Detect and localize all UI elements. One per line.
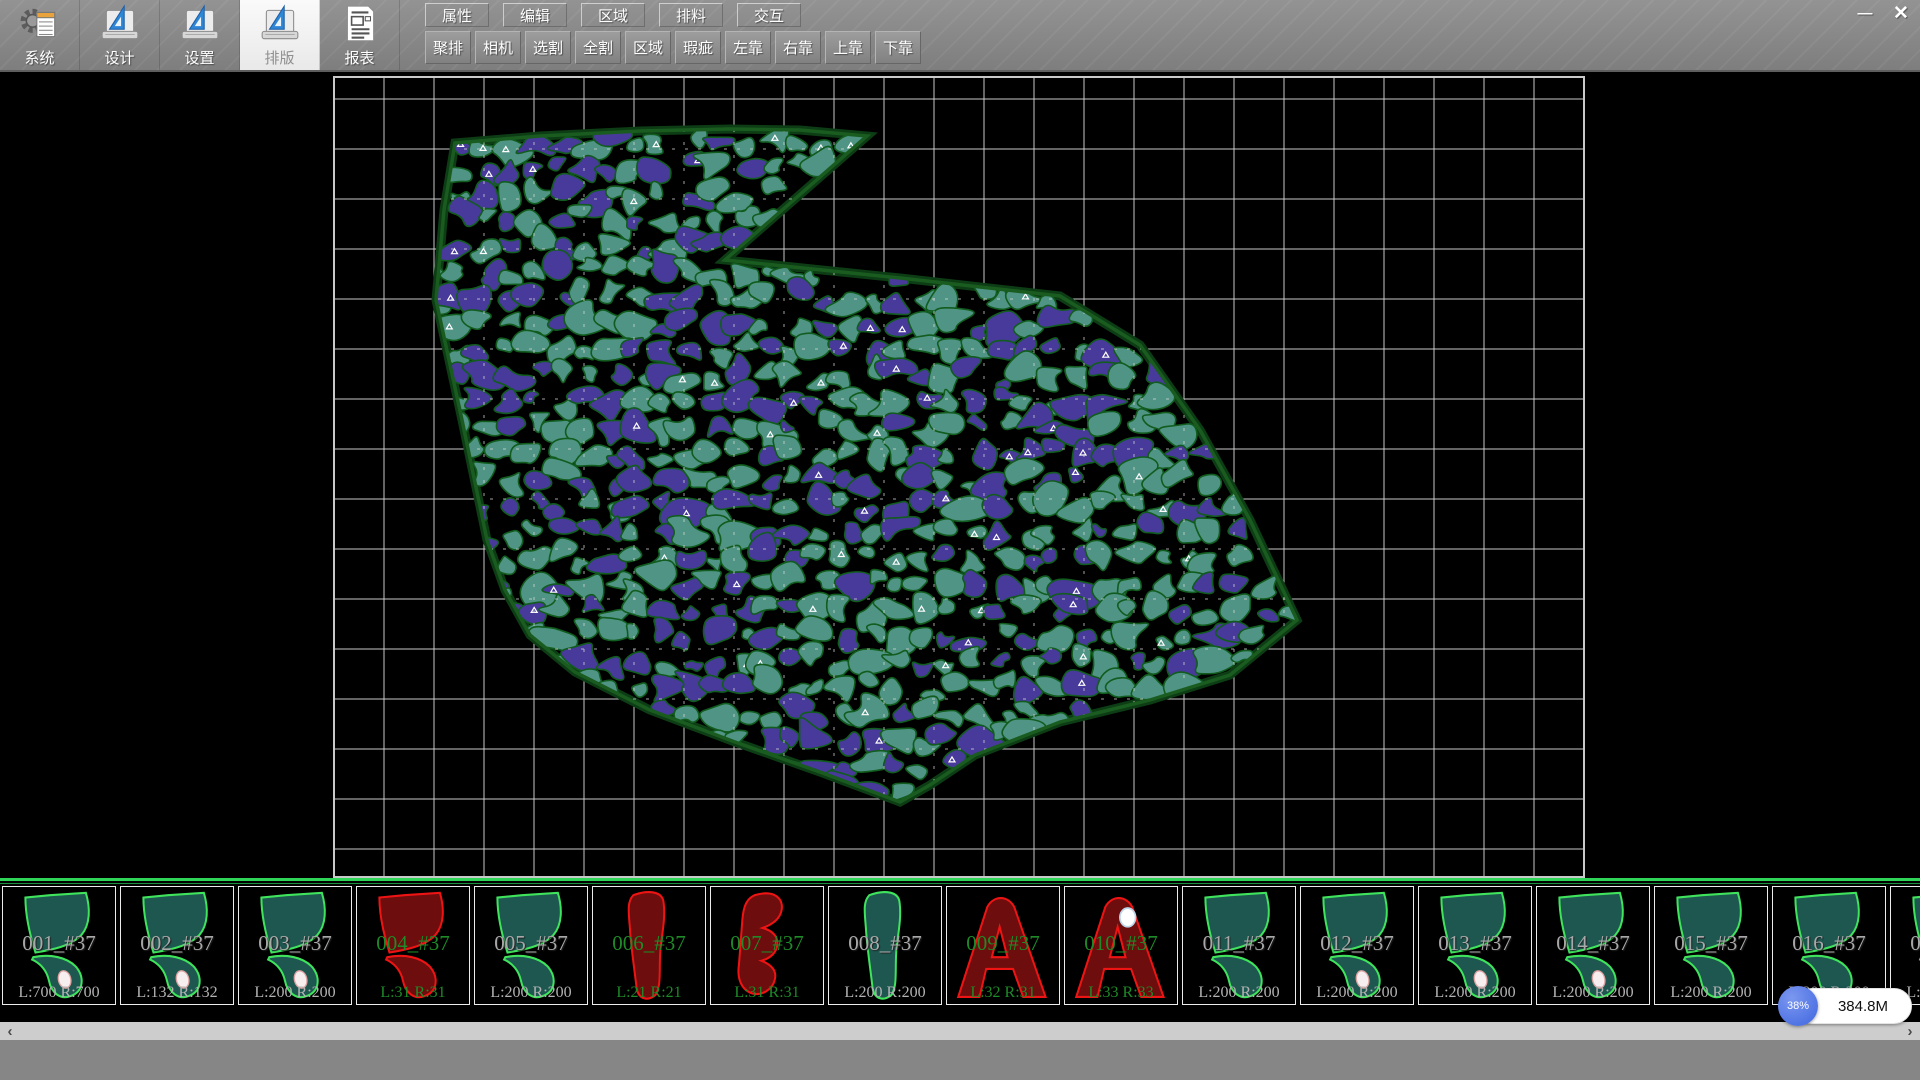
cut-all-button[interactable]: 全割 [575, 31, 621, 64]
hide-nesting-view [0, 72, 1920, 878]
part-lr-count: L:700 R:700 [3, 984, 115, 1002]
toolbar: 系统设计设置排版报表 属性编辑区域排料交互 聚排相机选割全割区域瑕疵左靠右靠上靠… [0, 0, 1920, 72]
module-layout[interactable]: 排版 [240, 0, 320, 70]
horizontal-scrollbar[interactable]: ‹ › [0, 1022, 1920, 1040]
strip-separator [0, 878, 1920, 884]
part-thumbnail[interactable]: 004_#37 L:31 R:31 [356, 886, 470, 1005]
part-thumbnail[interactable]: 001_#37 L:700 R:700 [2, 886, 116, 1005]
part-thumbnail[interactable]: 013_#37 L:200 R:200 [1418, 886, 1532, 1005]
part-name: 013_#37 [1419, 931, 1531, 956]
part-thumbnail[interactable]: 012_#37 L:200 R:200 [1300, 886, 1414, 1005]
part-lr-count: L:33 R:33 [1065, 984, 1177, 1002]
report-document-icon [339, 3, 381, 45]
cluster-nest-button[interactable]: 聚排 [425, 31, 471, 64]
parts-strip: 001_#37 L:700 R:700 002_#37 L:132 R:132 003_… [2, 886, 1920, 1005]
part-name: 016_#37 [1773, 931, 1885, 956]
tab-nesting[interactable]: 排料 [659, 3, 723, 27]
module-label: 设置 [184, 47, 214, 68]
region-button[interactable]: 区域 [625, 31, 671, 64]
gear-notebook-icon [19, 3, 61, 45]
memory-value: 384.8M [1838, 998, 1888, 1015]
tab-edit[interactable]: 编辑 [503, 3, 567, 27]
part-thumbnail[interactable]: 014_#37 L:200 R:200 [1536, 886, 1650, 1005]
part-lr-count: L:200 R:200 [1301, 984, 1413, 1002]
part-lr-count: L:200 R:200 [1419, 984, 1531, 1002]
part-lr-count: L:31 R:31 [711, 984, 823, 1002]
laptop-ruler-icon [259, 3, 301, 45]
part-lr-count: L:200 R:200 [1655, 984, 1767, 1002]
snap-left-button[interactable]: 左靠 [725, 31, 771, 64]
camera-button[interactable]: 相机 [475, 31, 521, 64]
part-name: 009_#37 [947, 931, 1059, 956]
snap-top-button[interactable]: 上靠 [825, 31, 871, 64]
module-label: 排版 [264, 47, 294, 68]
part-name: 012_#37 [1301, 931, 1413, 956]
part-lr-count: L:200 R:200 [239, 984, 351, 1002]
tab-interaction[interactable]: 交互 [737, 3, 801, 27]
part-name: 003_#37 [239, 931, 351, 956]
scroll-left-arrow[interactable]: ‹ [0, 1022, 20, 1040]
module-label: 系统 [24, 47, 54, 68]
module-label: 设计 [104, 47, 134, 68]
minimize-button[interactable]: — [1850, 2, 1880, 24]
part-lr-count: L:200 R:200 [829, 984, 941, 1002]
progress-circle: 38% [1778, 986, 1818, 1026]
part-thumbnail[interactable]: 003_#37 L:200 R:200 [238, 886, 352, 1005]
part-name: 002_#37 [121, 931, 233, 956]
nesting-canvas[interactable] [0, 72, 1920, 878]
tab-region[interactable]: 区域 [581, 3, 645, 27]
progress-value: 38% [1787, 1000, 1809, 1012]
part-thumbnail[interactable]: 007_#37 L:31 R:31 [710, 886, 824, 1005]
part-thumbnail[interactable]: 009_#37 L:32 R:31 [946, 886, 1060, 1005]
part-name: 015_#37 [1655, 931, 1767, 956]
laptop-ruler-icon [99, 3, 141, 45]
part-lr-count: L:32 R:31 [947, 984, 1059, 1002]
app-window: 系统设计设置排版报表 属性编辑区域排料交互 聚排相机选割全割区域瑕疵左靠右靠上靠… [0, 0, 1920, 1080]
part-name: 004_#37 [357, 931, 469, 956]
part-name: 006_#37 [593, 931, 705, 956]
part-lr-count: L:200 R:200 [1537, 984, 1649, 1002]
part-thumbnail[interactable]: 011_#37 L:200 R:200 [1182, 886, 1296, 1005]
status-bar [0, 1040, 1920, 1080]
part-name: 005_#37 [475, 931, 587, 956]
part-name: 014_#37 [1537, 931, 1649, 956]
part-lr-count: L:200 R:200 [475, 984, 587, 1002]
laptop-ruler-icon [179, 3, 221, 45]
module-report[interactable]: 报表 [320, 0, 400, 70]
part-name: 017_#37 [1891, 931, 1920, 956]
module-settings[interactable]: 设置 [160, 0, 240, 70]
part-name: 008_#37 [829, 931, 941, 956]
part-thumbnail[interactable]: 002_#37 L:132 R:132 [120, 886, 234, 1005]
part-thumbnail[interactable]: 008_#37 L:200 R:200 [828, 886, 942, 1005]
part-lr-count: L:132 R:132 [121, 984, 233, 1002]
part-name: 001_#37 [3, 931, 115, 956]
part-thumbnail[interactable]: 015_#37 L:200 R:200 [1654, 886, 1768, 1005]
part-lr-count: L:21 R:21 [593, 984, 705, 1002]
progress-badge: 384.8M 38% [1778, 986, 1918, 1026]
select-cut-button[interactable]: 选割 [525, 31, 571, 64]
part-name: 010_#37 [1065, 931, 1177, 956]
module-bar: 系统 设计 设置 排版 报表 [0, 0, 400, 70]
part-name: 007_#37 [711, 931, 823, 956]
part-lr-count: L:31 R:31 [357, 984, 469, 1002]
snap-right-button[interactable]: 右靠 [775, 31, 821, 64]
module-design[interactable]: 设计 [80, 0, 160, 70]
part-thumbnail[interactable]: 010_#37 L:33 R:33 [1064, 886, 1178, 1005]
part-thumbnail[interactable]: 006_#37 L:21 R:21 [592, 886, 706, 1005]
part-name: 011_#37 [1183, 931, 1295, 956]
module-label: 报表 [344, 47, 374, 68]
close-button[interactable]: ✕ [1886, 2, 1916, 24]
part-lr-count: L:200 R:200 [1183, 984, 1295, 1002]
defect-button[interactable]: 瑕疵 [675, 31, 721, 64]
part-thumbnail[interactable]: 005_#37 L:200 R:200 [474, 886, 588, 1005]
tab-properties[interactable]: 属性 [425, 3, 489, 27]
snap-bottom-button[interactable]: 下靠 [875, 31, 921, 64]
tool-button-bar: 聚排相机选割全割区域瑕疵左靠右靠上靠下靠 [425, 31, 921, 64]
menu-tab-bar: 属性编辑区域排料交互 [425, 3, 801, 27]
module-system[interactable]: 系统 [0, 0, 80, 70]
window-controls: — ✕ [1850, 2, 1916, 24]
